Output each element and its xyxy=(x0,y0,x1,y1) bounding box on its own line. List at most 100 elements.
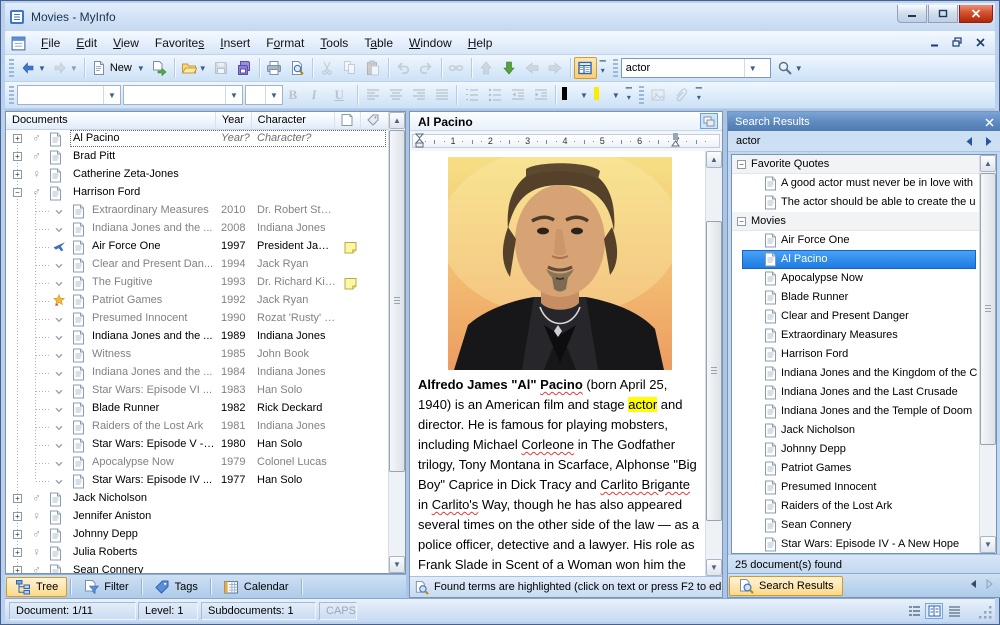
view-split-button[interactable] xyxy=(925,603,943,619)
tree-row[interactable]: +♂Johnny Depp xyxy=(6,526,388,544)
clipart-button[interactable] xyxy=(647,84,670,106)
tab-tree[interactable]: Tree xyxy=(6,577,67,597)
format-combo-1[interactable]: ▼ xyxy=(17,85,121,105)
tree-row[interactable]: +♀Catherine Zeta-Jones xyxy=(6,166,388,184)
arrow-right-button[interactable] xyxy=(544,57,567,79)
search-result-item[interactable]: Indiana Jones and the Last Crusade xyxy=(732,383,979,402)
next-result-icon[interactable] xyxy=(984,136,994,150)
forward-arrow-dropdown-caret[interactable]: ▼ xyxy=(70,64,78,73)
highlight-color-dropdown-caret[interactable]: ▼ xyxy=(612,91,620,100)
expand-icon[interactable]: + xyxy=(13,170,22,179)
align-right-button[interactable] xyxy=(407,84,430,106)
indent-button[interactable] xyxy=(529,84,552,106)
tree-row[interactable]: Indiana Jones and the ...1984Indiana Jon… xyxy=(6,364,388,382)
tabs-scroll-left-icon[interactable] xyxy=(969,579,978,592)
tab-search-results[interactable]: Search Results xyxy=(729,576,843,596)
search-result-item[interactable]: Jack Nicholson xyxy=(732,421,979,440)
tree-scroll-up-button[interactable]: ▲ xyxy=(389,112,405,129)
collapse-icon[interactable]: − xyxy=(13,188,22,197)
menu-edit[interactable]: Edit xyxy=(68,32,105,54)
maximize-editor-button[interactable] xyxy=(700,113,718,129)
print-button[interactable] xyxy=(263,57,286,79)
tree-row[interactable]: Extraordinary Measures2010Dr. Robert Sto… xyxy=(6,202,388,220)
menu-format[interactable]: Format xyxy=(258,32,312,54)
expand-icon[interactable]: + xyxy=(13,494,22,503)
align-left-button[interactable] xyxy=(361,84,384,106)
search-result-item[interactable]: Harrison Ford xyxy=(732,345,979,364)
italic-button[interactable]: I xyxy=(308,84,331,106)
column-header-documents[interactable]: Documents xyxy=(6,112,216,130)
results-scroll-up-button[interactable]: ▲ xyxy=(980,155,996,172)
tree-row[interactable]: Apocalypse Now1979Colonel Lucas xyxy=(6,454,388,472)
column-header-tag[interactable] xyxy=(361,112,388,130)
arrow-left-button[interactable] xyxy=(521,57,544,79)
minimize-button[interactable] xyxy=(897,5,927,23)
search-result-item[interactable]: Apocalypse Now xyxy=(732,269,979,288)
search-result-item[interactable]: Sean Connery xyxy=(732,516,979,535)
expand-icon[interactable]: + xyxy=(13,512,22,521)
arrow-up-button[interactable] xyxy=(475,57,498,79)
align-justify-button[interactable] xyxy=(430,84,453,106)
tree-row[interactable]: Star Wars: Episode VI ...1983Han Solo xyxy=(6,382,388,400)
tree-row[interactable]: Blade Runner1982Rick Deckard xyxy=(6,400,388,418)
bullet-list-button[interactable] xyxy=(483,84,506,106)
menu-favorites[interactable]: Favorites xyxy=(147,32,212,54)
extra-overflow-chevron[interactable]: ▔▾ xyxy=(693,84,705,106)
close-button[interactable] xyxy=(959,5,993,23)
export-page-button[interactable] xyxy=(148,57,171,79)
tree-row[interactable]: Air Force One1997President Jame... xyxy=(6,238,388,256)
tree-scrollbar-thumb[interactable] xyxy=(389,130,405,472)
title-bar[interactable]: Movies - MyInfo xyxy=(5,3,995,31)
expand-icon[interactable]: + xyxy=(13,548,22,557)
undo-button[interactable] xyxy=(392,57,415,79)
search-result-item[interactable]: Patriot Games xyxy=(732,459,979,478)
collapse-icon[interactable]: − xyxy=(737,160,746,169)
tree-row[interactable]: +♂Jack Nicholson xyxy=(6,490,388,508)
column-header-year[interactable]: Year xyxy=(216,112,252,130)
tree-row[interactable]: Indiana Jones and the ...1989Indiana Jon… xyxy=(6,328,388,346)
result-group-header[interactable]: −Movies xyxy=(732,212,979,231)
view-outline-button[interactable] xyxy=(905,603,923,619)
search-box[interactable]: ▼ xyxy=(621,58,771,78)
maximize-button[interactable] xyxy=(928,5,958,23)
run-search-button[interactable]: ▼ xyxy=(774,57,806,79)
tree-row[interactable]: Indiana Jones and the ...2008Indiana Jon… xyxy=(6,220,388,238)
resize-grip[interactable] xyxy=(979,606,993,620)
expand-icon[interactable]: + xyxy=(13,152,22,161)
search-result-item[interactable]: Johnny Depp xyxy=(732,440,979,459)
outdent-button[interactable] xyxy=(506,84,529,106)
tree-row[interactable]: +♀Julia Roberts xyxy=(6,544,388,562)
results-scrollbar-thumb[interactable] xyxy=(980,173,996,445)
menu-window[interactable]: Window xyxy=(401,32,460,54)
tree-row[interactable]: +♀Jennifer Aniston xyxy=(6,508,388,526)
align-center-button[interactable] xyxy=(384,84,407,106)
save-button[interactable] xyxy=(210,57,233,79)
search-results-header[interactable]: Search Results xyxy=(728,112,1000,131)
search-toolbar-grip[interactable] xyxy=(613,59,618,77)
tree-scroll-down-button[interactable]: ▼ xyxy=(389,556,405,573)
menu-view[interactable]: View xyxy=(105,32,147,54)
search-result-item[interactable]: Star Wars: Episode IV - A New Hope xyxy=(732,535,979,554)
redo-button[interactable] xyxy=(415,57,438,79)
back-arrow-button[interactable]: ▼ xyxy=(17,57,49,79)
collapse-icon[interactable]: − xyxy=(737,217,746,226)
result-group-header[interactable]: −Favorite Quotes xyxy=(732,155,979,174)
document-body[interactable]: Alfredo James "Al" Pacino (born April 25… xyxy=(410,151,705,576)
mdi-close-button[interactable] xyxy=(973,35,987,49)
link-button[interactable] xyxy=(445,57,468,79)
search-input[interactable] xyxy=(626,62,744,74)
print-preview-button[interactable] xyxy=(286,57,309,79)
tree-row[interactable]: +♂Al PacinoYear?Character? xyxy=(6,130,388,148)
tree-row[interactable]: Raiders of the Lost Ark1981Indiana Jones xyxy=(6,418,388,436)
tree-row[interactable]: Witness1985John Book xyxy=(6,346,388,364)
format-combo-2[interactable]: ▼ xyxy=(123,85,243,105)
expand-icon[interactable]: + xyxy=(13,566,22,573)
tree-row[interactable]: −♂Harrison Ford xyxy=(6,184,388,202)
save-all-button[interactable] xyxy=(233,57,256,79)
new-page-button[interactable]: New▼ xyxy=(88,57,148,79)
copy-button[interactable] xyxy=(339,57,362,79)
right-indent-marker[interactable] xyxy=(671,133,680,152)
menu-tools[interactable]: Tools xyxy=(312,32,356,54)
editor-scroll-up-button[interactable]: ▲ xyxy=(706,151,722,168)
panes-button[interactable] xyxy=(574,57,597,79)
